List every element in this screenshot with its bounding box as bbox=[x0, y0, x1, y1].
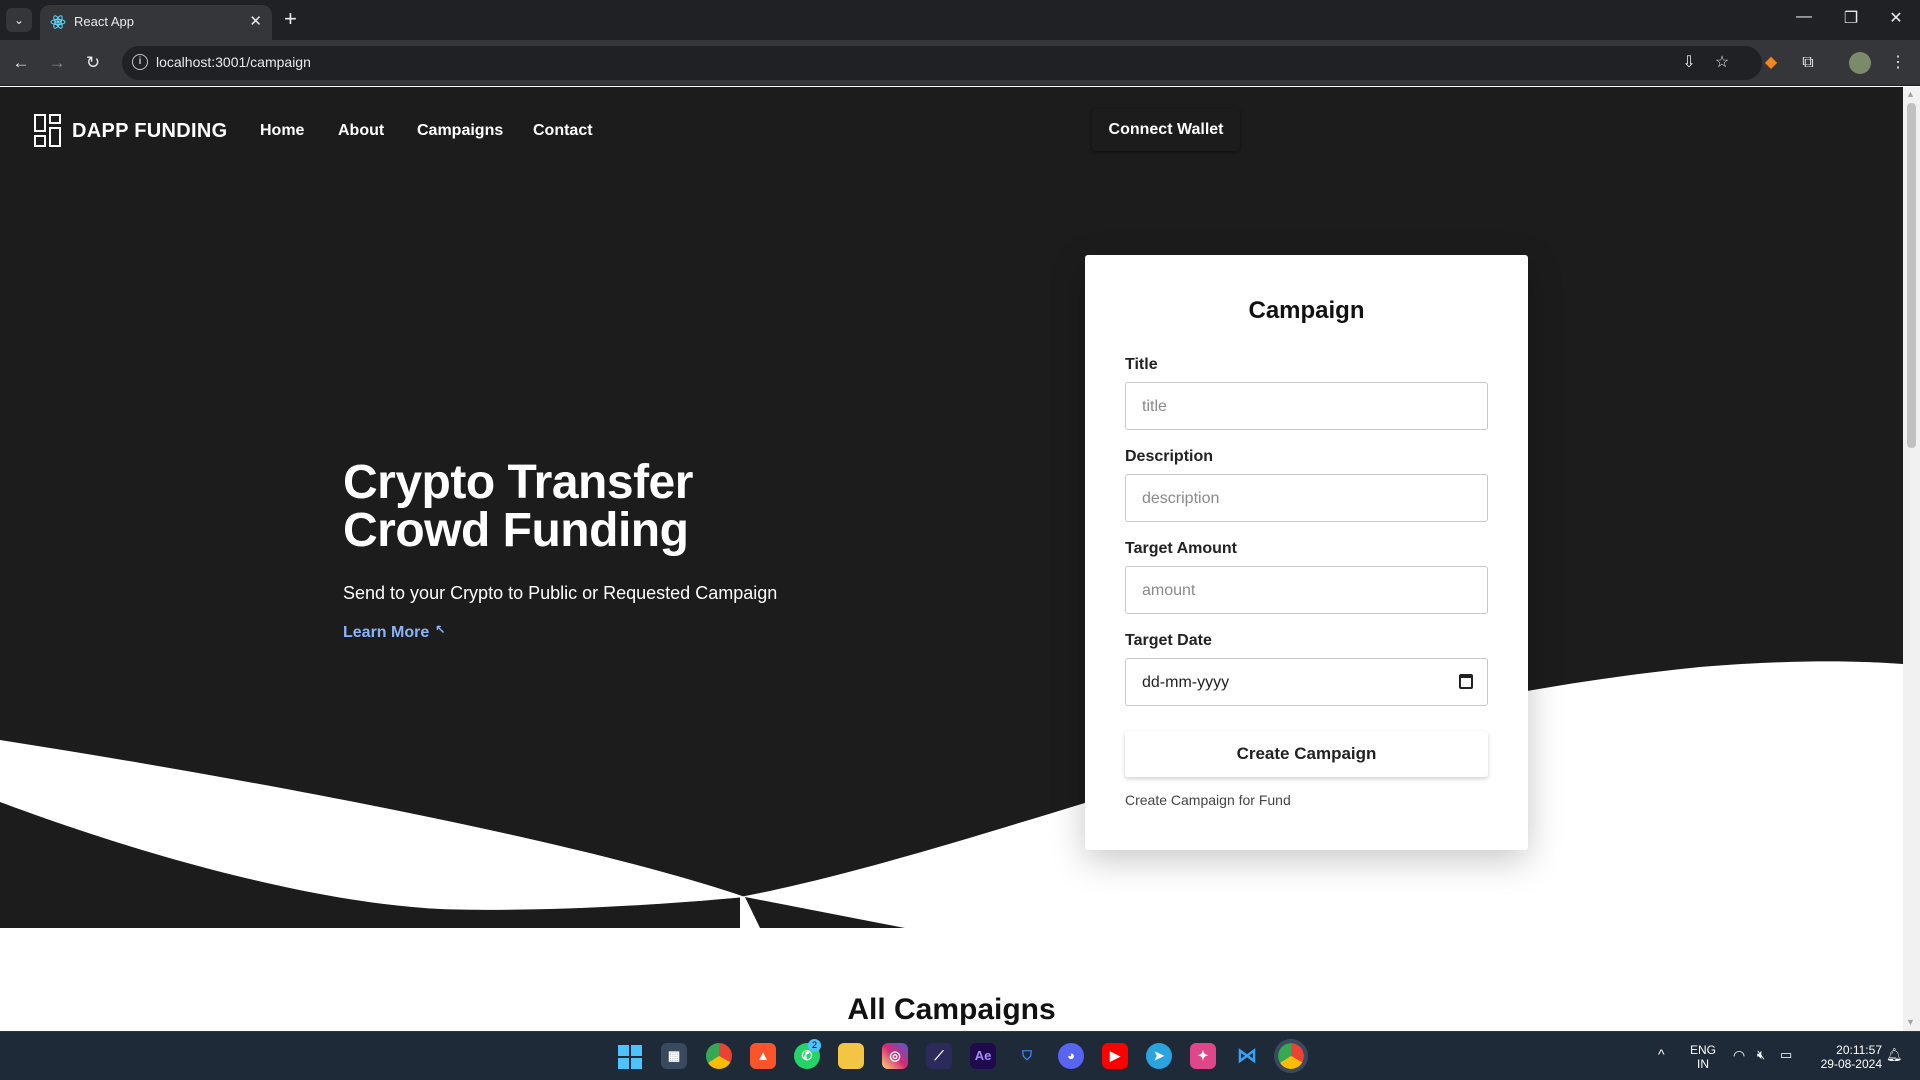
campaign-form-card: Campaign Title title Description descrip… bbox=[1085, 255, 1528, 850]
windows-start-icon[interactable] bbox=[618, 1045, 642, 1069]
vscode-icon[interactable]: ⋈ bbox=[1234, 1043, 1260, 1069]
scroll-down-icon[interactable]: ▼ bbox=[1906, 1017, 1915, 1027]
description-label: Description bbox=[1125, 448, 1214, 465]
browser-tab[interactable]: React App ✕ bbox=[40, 5, 272, 40]
whatsapp-badge: 2 bbox=[808, 1039, 821, 1052]
clock[interactable]: 20:11:57 29-08-2024 bbox=[1808, 1043, 1882, 1071]
after-effects-icon[interactable]: Ae bbox=[970, 1043, 996, 1069]
scrollbar-thumb[interactable] bbox=[1907, 103, 1916, 448]
browser-toolbar: ← → ↻ i localhost:3001/campaign ⇩ ☆ ◆ ⧉ … bbox=[0, 40, 1920, 86]
language-indicator[interactable]: ENG IN bbox=[1688, 1043, 1718, 1071]
discord-icon[interactable]: ◕ bbox=[1058, 1043, 1084, 1069]
file-explorer-icon[interactable] bbox=[838, 1043, 864, 1069]
connect-wallet-button[interactable]: Connect Wallet bbox=[1092, 109, 1240, 151]
extensions-puzzle-icon[interactable]: ⧉ bbox=[1797, 52, 1819, 74]
browser-menu-icon[interactable]: ⋮ bbox=[1887, 52, 1909, 74]
create-campaign-button[interactable]: Create Campaign bbox=[1125, 731, 1488, 777]
reload-icon[interactable]: ↻ bbox=[80, 50, 106, 76]
clock-time: 20:11:57 bbox=[1836, 1043, 1882, 1057]
page-scrollbar[interactable]: ▲ ▼ bbox=[1903, 87, 1920, 1031]
minimize-icon[interactable]: — bbox=[1789, 8, 1819, 26]
hero-title: Crypto Transfer Crowd Funding bbox=[343, 459, 693, 555]
form-heading: Campaign bbox=[1248, 297, 1365, 324]
target-date-input[interactable]: dd-mm-yyyy bbox=[1125, 658, 1488, 706]
windows-taskbar: ▦ ▲ ✆ 2 ◎ ⟋ Ae ⛉ ◕ ▶ ➤ ✦ ⋈ ^ ENG IN ◠ 🔇︎… bbox=[0, 1031, 1920, 1080]
language-code: ENG bbox=[1689, 1043, 1716, 1057]
scroll-up-icon[interactable]: ▲ bbox=[1906, 89, 1915, 99]
clock-date: 29-08-2024 bbox=[1820, 1057, 1882, 1071]
target-amount-label: Target Amount bbox=[1125, 540, 1237, 557]
back-icon[interactable]: ← bbox=[8, 50, 34, 76]
new-tab-button[interactable]: + bbox=[284, 7, 297, 31]
amount-input[interactable]: amount bbox=[1125, 566, 1488, 614]
amount-placeholder: amount bbox=[1142, 582, 1196, 599]
shield-vpn-icon[interactable]: ⛉ bbox=[1014, 1043, 1040, 1069]
brand-name[interactable]: DAPP FUNDING bbox=[72, 120, 227, 143]
wifi-icon[interactable]: ◠ bbox=[1733, 1047, 1745, 1064]
learn-more-label: Learn More bbox=[343, 624, 430, 641]
dashboard-logo-icon bbox=[34, 114, 61, 147]
metamask-extension-icon[interactable]: ◆ bbox=[1760, 52, 1782, 74]
forward-icon[interactable]: → bbox=[44, 50, 70, 76]
install-app-icon[interactable]: ⇩ bbox=[1678, 52, 1700, 74]
calendar-icon[interactable] bbox=[1459, 674, 1473, 689]
browser-tab-bar: ⌄ React App ✕ + — ❐ ✕ bbox=[0, 0, 1920, 40]
learn-more-link[interactable]: Learn More ↖ bbox=[343, 622, 446, 642]
title-label: Title bbox=[1125, 356, 1158, 373]
title-placeholder: title bbox=[1142, 398, 1167, 415]
title-input[interactable]: title bbox=[1125, 382, 1488, 430]
bookmark-star-icon[interactable]: ☆ bbox=[1711, 52, 1733, 74]
nav-link-campaigns[interactable]: Campaigns bbox=[417, 122, 503, 140]
tab-close-icon[interactable]: ✕ bbox=[249, 12, 262, 30]
notification-bell-icon[interactable]: 🔔︎ bbox=[1886, 1047, 1903, 1063]
arrow-up-left-icon: ↖ bbox=[435, 622, 446, 636]
volume-muted-icon[interactable]: 🔇︎ bbox=[1757, 1047, 1765, 1063]
figma-like-app-icon[interactable]: ⟋ bbox=[926, 1043, 952, 1069]
telegram-icon[interactable]: ➤ bbox=[1146, 1043, 1172, 1069]
tab-title: React App bbox=[74, 14, 134, 29]
url-text[interactable]: localhost:3001/campaign bbox=[156, 54, 311, 70]
profile-avatar-icon[interactable] bbox=[1849, 52, 1871, 74]
nav-link-contact[interactable]: Contact bbox=[533, 122, 593, 140]
address-bar[interactable]: i localhost:3001/campaign bbox=[122, 46, 1762, 80]
react-logo-icon bbox=[50, 15, 66, 29]
restore-icon[interactable]: ❐ bbox=[1836, 8, 1866, 28]
hero-title-line-1: Crypto Transfer bbox=[343, 456, 693, 509]
web-page: DAPP FUNDING Home About Campaigns Contac… bbox=[0, 87, 1903, 1031]
window-close-icon[interactable]: ✕ bbox=[1881, 8, 1911, 28]
instagram-icon[interactable]: ◎ bbox=[882, 1043, 908, 1069]
brave-icon[interactable]: ▲ bbox=[750, 1043, 776, 1069]
youtube-icon[interactable]: ▶ bbox=[1102, 1043, 1128, 1069]
microsoft-store-icon[interactable]: ▦ bbox=[661, 1043, 687, 1069]
chevron-down-icon: ⌄ bbox=[13, 13, 25, 27]
all-campaigns-heading: All Campaigns bbox=[847, 993, 1056, 1026]
battery-icon[interactable]: ▭ bbox=[1780, 1047, 1792, 1063]
date-value: dd-mm-yyyy bbox=[1142, 674, 1230, 691]
target-date-label: Target Date bbox=[1125, 632, 1212, 649]
hero-subtitle: Send to your Crypto to Public or Request… bbox=[343, 583, 778, 603]
tray-overflow-icon[interactable]: ^ bbox=[1658, 1046, 1665, 1062]
description-placeholder: description bbox=[1142, 490, 1220, 507]
form-footnote: Create Campaign for Fund bbox=[1125, 792, 1291, 808]
nav-link-home[interactable]: Home bbox=[260, 122, 304, 140]
description-input[interactable]: description bbox=[1125, 474, 1488, 522]
tab-search-button[interactable]: ⌄ bbox=[6, 8, 32, 32]
nav-link-about[interactable]: About bbox=[338, 122, 384, 140]
hero-title-line-2: Crowd Funding bbox=[343, 504, 689, 557]
site-info-icon[interactable]: i bbox=[132, 54, 148, 70]
hero-background bbox=[0, 87, 1903, 928]
chrome-icon[interactable] bbox=[706, 1043, 732, 1069]
region-code: IN bbox=[1697, 1057, 1709, 1071]
chrome-active-icon[interactable] bbox=[1274, 1039, 1308, 1073]
gift-app-icon[interactable]: ✦ bbox=[1190, 1043, 1216, 1069]
